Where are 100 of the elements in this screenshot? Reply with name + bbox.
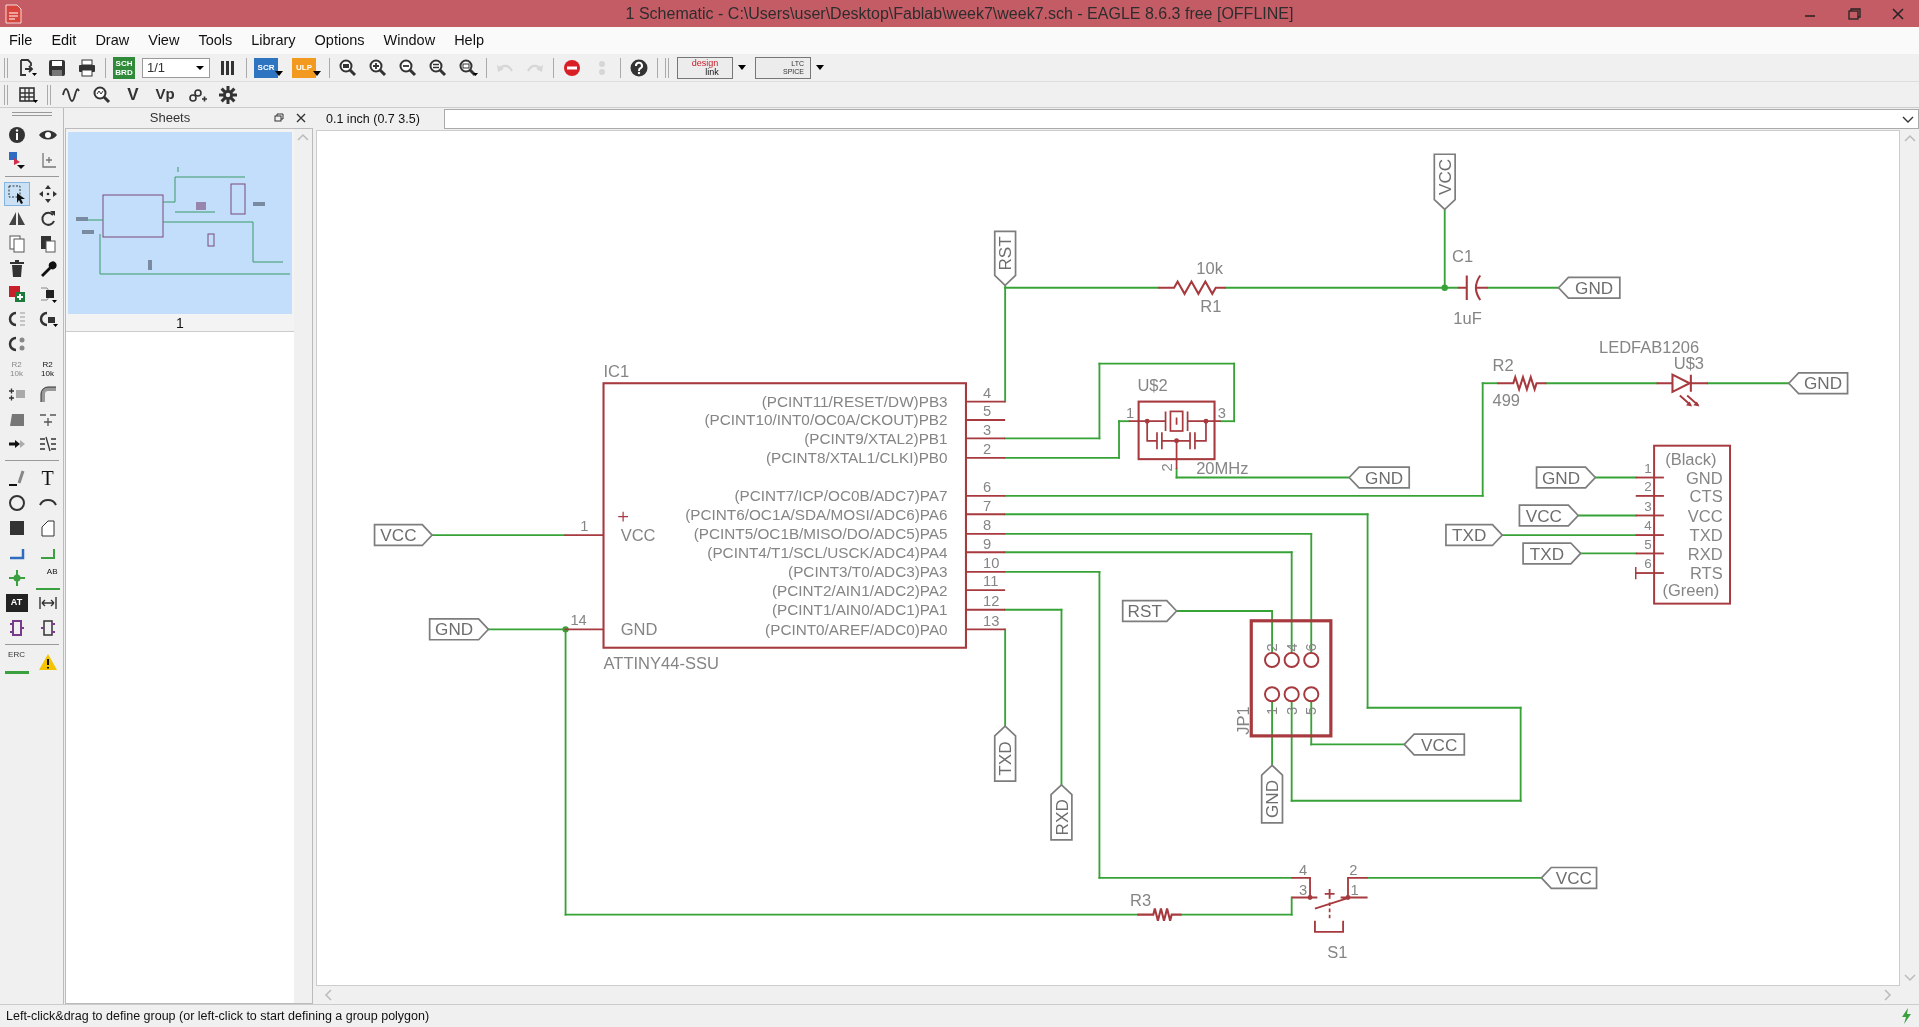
menu-item[interactable]: File bbox=[2, 29, 40, 52]
net-label: VCC bbox=[1518, 504, 1580, 527]
pin-number: 7 bbox=[983, 497, 992, 514]
voltage-probe-button[interactable]: Vp bbox=[152, 82, 178, 107]
net-label: TXD bbox=[1445, 523, 1504, 547]
pin-name: VCC bbox=[1687, 506, 1723, 526]
resistor-symbol bbox=[1137, 907, 1182, 922]
pin-name: RTS bbox=[1689, 564, 1723, 584]
float-icon[interactable] bbox=[274, 113, 284, 123]
pin-name: (PCINT6/OC1A/SDA/MOSI/ADC6)PA6 bbox=[685, 505, 948, 523]
pin-number: 1 bbox=[1350, 882, 1359, 899]
zoom-select-icon[interactable] bbox=[428, 57, 448, 78]
menu-item[interactable]: View bbox=[141, 29, 187, 52]
pin-number: 5 bbox=[983, 403, 992, 420]
selected-tool-button[interactable] bbox=[3, 181, 30, 206]
part-name: JP1 bbox=[1233, 706, 1253, 735]
caret-icon[interactable] bbox=[274, 69, 284, 78]
part-name: C1 bbox=[1452, 247, 1474, 266]
probe-icon[interactable] bbox=[91, 84, 112, 105]
pin-number: 3 bbox=[1299, 882, 1308, 899]
grid-readout: 0.1 inch (0.7 3.5) bbox=[325, 110, 421, 128]
menu-item[interactable]: Help bbox=[447, 29, 491, 52]
caret-icon[interactable] bbox=[815, 63, 825, 72]
menu-item[interactable]: Library bbox=[244, 29, 303, 52]
add-part-icon[interactable] bbox=[6, 283, 27, 304]
pin-name: (PCINT11/RESET/DW)PB3 bbox=[761, 393, 948, 411]
part-value: ATTINY44-SSU bbox=[603, 653, 719, 673]
net-label: GND bbox=[1535, 466, 1597, 489]
plus-icon bbox=[617, 511, 629, 523]
copy-icon[interactable] bbox=[6, 233, 27, 254]
restore-icon[interactable] bbox=[1847, 6, 1861, 21]
menu-item[interactable]: Options bbox=[307, 29, 372, 52]
caret-icon bbox=[195, 63, 205, 72]
pin-number: 1 bbox=[580, 517, 589, 534]
menu-item[interactable]: Window bbox=[376, 29, 443, 52]
pin-name: (PCINT7/ICP/OC0B/ADC7)PA7 bbox=[734, 487, 948, 505]
net-label: TXD bbox=[1522, 542, 1582, 565]
stop-icon[interactable] bbox=[562, 57, 582, 78]
value-tool-button[interactable]: R2 10k bbox=[35, 356, 60, 381]
close-icon[interactable] bbox=[296, 113, 306, 123]
wire bbox=[1594, 476, 1637, 479]
pin-number: 2 bbox=[1158, 463, 1175, 472]
text-tool-button[interactable]: T bbox=[35, 465, 60, 490]
menu-item[interactable]: Tools bbox=[191, 29, 240, 52]
caret-icon[interactable] bbox=[312, 69, 322, 78]
resistor-symbol bbox=[1497, 373, 1547, 393]
print-icon[interactable] bbox=[77, 57, 97, 78]
pin-name: RXD bbox=[1687, 544, 1723, 564]
connector-note: (Green) bbox=[1662, 581, 1720, 601]
attribute-tool-button[interactable]: AT bbox=[5, 593, 28, 612]
pin-number: 9 bbox=[983, 535, 992, 552]
erc-button[interactable]: ERC bbox=[4, 649, 29, 674]
net-label: GND bbox=[1557, 276, 1621, 299]
junction-icon[interactable] bbox=[6, 567, 27, 588]
save-icon[interactable] bbox=[47, 57, 67, 78]
zoom-fit-icon[interactable] bbox=[338, 57, 358, 78]
schematic-board-switch-button[interactable]: SCH BRD bbox=[113, 56, 135, 79]
net-label: GND bbox=[1787, 371, 1849, 395]
net-label: GND bbox=[428, 618, 490, 641]
caret-icon[interactable] bbox=[737, 63, 747, 72]
part-name: U$2 bbox=[1137, 375, 1168, 395]
pin-name: TXD bbox=[1689, 526, 1723, 546]
grid-icon[interactable] bbox=[17, 84, 38, 105]
pin-number: 3 bbox=[1644, 498, 1652, 514]
help-icon[interactable] bbox=[629, 57, 649, 78]
pin-number: 2 bbox=[1264, 643, 1280, 652]
pin-number: 6 bbox=[1303, 643, 1320, 652]
wire bbox=[1577, 514, 1637, 517]
settings-icon[interactable] bbox=[217, 84, 238, 105]
pin-number: 11 bbox=[983, 573, 999, 590]
pin-name: (PCINT10/INT0/OC0A/CKOUT)PB2 bbox=[704, 411, 948, 429]
zoom-menu-icon[interactable] bbox=[458, 57, 478, 78]
circle-icon[interactable] bbox=[6, 492, 27, 513]
pin-name: GND bbox=[620, 620, 658, 640]
command-input[interactable] bbox=[444, 109, 1919, 129]
capacitor-symbol bbox=[1457, 274, 1489, 302]
pin-number: 5 bbox=[1303, 706, 1320, 716]
group-select-icon bbox=[6, 183, 27, 204]
zoom-out-icon[interactable] bbox=[398, 57, 418, 78]
net-label: VCC bbox=[373, 523, 434, 547]
sheet-item[interactable]: 1 bbox=[66, 129, 294, 332]
move-icon[interactable] bbox=[37, 183, 58, 204]
dropdown-icon[interactable] bbox=[1902, 114, 1914, 124]
pin-name: (PCINT8/XTAL1/CLKI)PB0 bbox=[765, 449, 948, 467]
sheet-dropdown[interactable]: 1/1 bbox=[142, 57, 210, 78]
zoom-in-icon[interactable] bbox=[368, 57, 388, 78]
voltage-button[interactable]: V bbox=[120, 82, 146, 107]
label-tool-button[interactable]: AB bbox=[35, 565, 60, 590]
menu-item[interactable]: Edit bbox=[44, 29, 84, 52]
info-icon[interactable] bbox=[6, 124, 27, 145]
menu-item[interactable]: Draw bbox=[88, 29, 137, 52]
part-name: IC1 bbox=[603, 362, 630, 382]
lightning-icon bbox=[1899, 1007, 1913, 1025]
pin-number: 8 bbox=[983, 517, 992, 534]
pin-name: (PCINT2/AIN1/ADC2)PA2 bbox=[771, 581, 948, 599]
net-label: RST bbox=[993, 230, 1017, 287]
script-button[interactable]: SCR bbox=[254, 57, 278, 78]
design-link-button[interactable]: design link bbox=[677, 56, 733, 79]
open-icon[interactable] bbox=[17, 57, 37, 78]
net-label: GND bbox=[1348, 466, 1411, 489]
